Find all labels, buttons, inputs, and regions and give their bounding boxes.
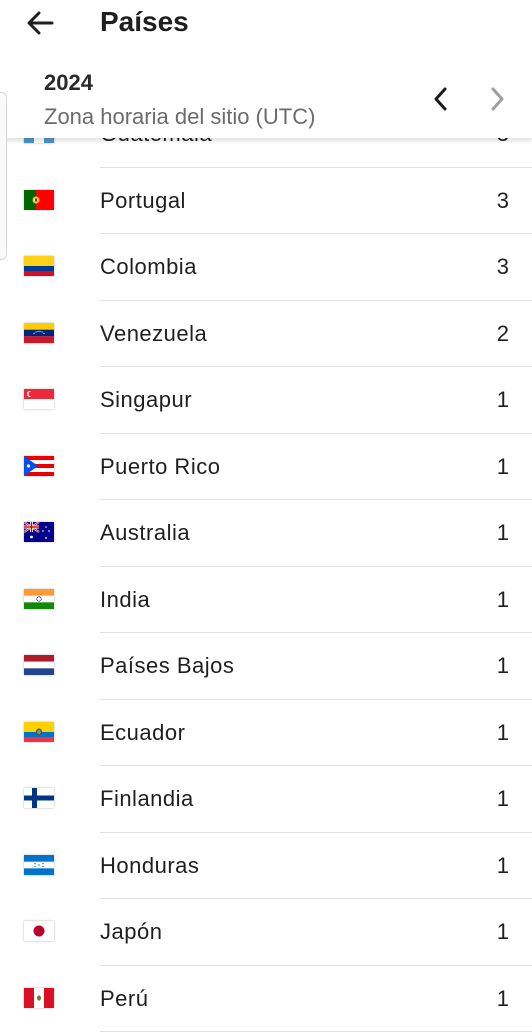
honduras-flag-icon — [24, 855, 54, 875]
country-name: Perú — [100, 986, 148, 1012]
country-count: 1 — [497, 454, 509, 480]
app-bar: Países — [0, 0, 532, 48]
period-year: 2024 — [44, 70, 93, 96]
country-count: 1 — [497, 853, 509, 879]
country-name: Ecuador — [100, 720, 185, 746]
country-count: 1 — [497, 653, 509, 679]
country-row-honduras[interactable]: Honduras 1 — [0, 833, 532, 900]
venezuela-flag-icon — [24, 323, 54, 343]
country-count: 1 — [497, 786, 509, 812]
country-row-puerto-rico[interactable]: Puerto Rico 1 — [0, 434, 532, 501]
country-row-portugal[interactable]: Portugal 3 — [0, 168, 532, 235]
page-title: Países — [100, 6, 189, 38]
ecuador-flag-icon — [24, 722, 54, 742]
country-count: 1 — [497, 520, 509, 546]
country-name: Puerto Rico — [100, 454, 220, 480]
country-row-colombia[interactable]: Colombia 3 — [0, 234, 532, 301]
country-name: Países Bajos — [100, 653, 234, 679]
singapore-flag-icon — [24, 389, 54, 409]
country-name: Australia — [100, 520, 190, 546]
netherlands-flag-icon — [24, 655, 54, 675]
countries-list: Guatemala 3 Portugal 3 Colombia 3 Venezu… — [0, 101, 532, 1032]
country-name: Finlandia — [100, 786, 194, 812]
japan-flag-icon — [24, 921, 54, 941]
country-count: 1 — [497, 919, 509, 945]
country-count: 1 — [497, 587, 509, 613]
country-row-peru[interactable]: Perú 1 — [0, 966, 532, 1032]
next-period-chevron-icon[interactable] — [482, 84, 512, 114]
country-count: 2 — [497, 321, 509, 347]
country-name: India — [100, 587, 150, 613]
finland-flag-icon — [24, 788, 54, 808]
country-row-venezuela[interactable]: Venezuela 2 — [0, 301, 532, 368]
period-selector: 2024 Zona horaria del sitio (UTC) — [0, 48, 532, 138]
country-name: Portugal — [100, 188, 186, 214]
country-row-india[interactable]: India 1 — [0, 567, 532, 634]
country-name: Venezuela — [100, 321, 207, 347]
country-count: 1 — [497, 720, 509, 746]
country-row-ecuador[interactable]: Ecuador 1 — [0, 700, 532, 767]
country-count: 3 — [497, 188, 509, 214]
country-count: 1 — [497, 387, 509, 413]
country-count: 1 — [497, 986, 509, 1012]
country-name: Colombia — [100, 254, 197, 280]
timezone-label: Zona horaria del sitio (UTC) — [44, 104, 315, 130]
india-flag-icon — [24, 589, 54, 609]
country-row-japon[interactable]: Japón 1 — [0, 899, 532, 966]
puerto-rico-flag-icon — [24, 456, 54, 476]
portugal-flag-icon — [24, 190, 54, 210]
country-name: Japón — [100, 919, 162, 945]
country-row-finlandia[interactable]: Finlandia 1 — [0, 766, 532, 833]
drawer-edge-handle[interactable] — [0, 92, 7, 260]
country-count: 3 — [497, 254, 509, 280]
country-name: Honduras — [100, 853, 199, 879]
peru-flag-icon — [24, 988, 54, 1008]
back-arrow-icon[interactable] — [22, 8, 58, 38]
country-name: Singapur — [100, 387, 192, 413]
colombia-flag-icon — [24, 256, 54, 276]
country-row-australia[interactable]: Australia 1 — [0, 500, 532, 567]
previous-period-chevron-icon[interactable] — [426, 84, 456, 114]
country-row-paises-bajos[interactable]: Países Bajos 1 — [0, 633, 532, 700]
australia-flag-icon — [24, 522, 54, 542]
country-row-singapur[interactable]: Singapur 1 — [0, 367, 532, 434]
